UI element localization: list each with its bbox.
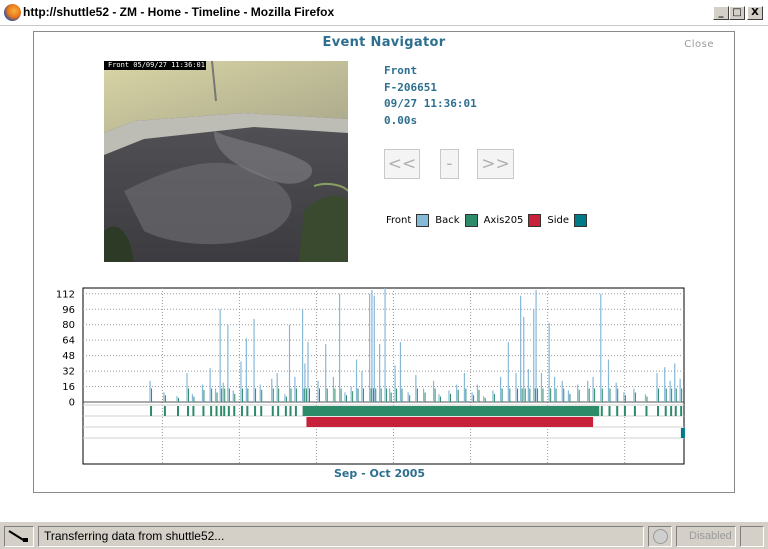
close-link[interactable]: Close	[684, 39, 714, 50]
legend-label-side: Side	[547, 215, 570, 226]
back-event-tick[interactable]	[664, 406, 667, 416]
monitor-legend: Front Back Axis205 Side	[386, 214, 593, 227]
back-event-tick[interactable]	[227, 406, 230, 416]
side-event-bar[interactable]	[680, 428, 685, 438]
chart-x-label: Sep - Oct 2005	[334, 467, 426, 480]
back-event-tick[interactable]	[192, 406, 195, 416]
y-tick-label: 96	[62, 305, 75, 316]
x-tick-label: 30	[464, 469, 477, 470]
x-tick-label: 1	[544, 469, 550, 470]
legend-swatch-side	[574, 214, 588, 227]
back-event-tick[interactable]	[302, 406, 305, 416]
event-id[interactable]: F-206651	[384, 80, 477, 97]
y-tick-label: 80	[62, 320, 75, 331]
maximize-button[interactable]: □	[729, 6, 745, 20]
y-tick-label: 48	[62, 351, 75, 362]
back-event-tick[interactable]	[616, 406, 619, 416]
camera-overlay-text: Front 05/09/27 11:36:01	[104, 61, 206, 70]
event-info: Front F-206651 09/27 11:36:01 0.00s	[384, 63, 477, 129]
y-tick-label: 32	[62, 367, 75, 378]
next-event-button[interactable]: >>	[477, 149, 514, 179]
back-event-tick[interactable]	[284, 406, 287, 416]
legend-label-axis205: Axis205	[483, 215, 524, 226]
zoom-out-button[interactable]: -	[440, 149, 459, 179]
back-event-tick[interactable]	[289, 406, 292, 416]
back-event-tick[interactable]	[220, 406, 223, 416]
back-event-tick[interactable]	[177, 406, 180, 416]
disabled-label: Disabled	[689, 530, 732, 542]
legend-label-front: Front	[386, 215, 412, 226]
status-bar: Transferring data from shuttle52... Disa…	[0, 521, 768, 549]
back-event-tick[interactable]	[633, 406, 636, 416]
back-event-tick[interactable]	[271, 406, 274, 416]
prev-event-button[interactable]: <<	[384, 149, 420, 179]
timeline-chart[interactable]: 2627282930120163248648096112	[34, 280, 734, 480]
x-tick-label: 27	[233, 469, 246, 470]
legend-swatch-front	[416, 214, 430, 227]
y-tick-label: 16	[62, 382, 75, 393]
security-cell	[648, 526, 672, 547]
x-tick-label: 28	[310, 469, 323, 470]
back-event-tick[interactable]	[150, 406, 153, 416]
back-event-tick[interactable]	[294, 406, 297, 416]
back-event-tick[interactable]	[600, 406, 603, 416]
back-event-tick[interactable]	[657, 406, 660, 416]
event-navigator-panel: Event Navigator Close Front 05/09/27 11:…	[33, 31, 735, 493]
back-event-tick[interactable]	[210, 406, 213, 416]
connection-icon	[8, 530, 28, 542]
event-time: 09/27 11:36:01	[384, 97, 477, 110]
resize-grip-cell	[740, 526, 764, 547]
back-event-tick[interactable]	[240, 406, 243, 416]
back-event-tick[interactable]	[187, 406, 190, 416]
back-event-tick[interactable]	[202, 406, 205, 416]
back-event-tick[interactable]	[674, 406, 677, 416]
minimize-button[interactable]: _	[713, 6, 729, 20]
event-image[interactable]: Front 05/09/27 11:36:01	[104, 61, 348, 262]
status-light-icon	[652, 529, 668, 544]
x-tick-label: 26	[156, 469, 169, 470]
event-monitor: Front	[384, 64, 418, 77]
back-event-tick[interactable]	[608, 406, 611, 416]
close-window-button[interactable]: X	[747, 6, 763, 20]
event-navigator-title: Event Navigator	[322, 35, 446, 50]
back-event-tick[interactable]	[260, 406, 263, 416]
page-content: Event Navigator Close Front 05/09/27 11:…	[0, 26, 768, 521]
axis205-event-bar[interactable]	[306, 417, 594, 427]
firefox-icon	[4, 4, 21, 21]
title-bar: http://shuttle52 - ZM - Home - Timeline …	[0, 0, 768, 26]
window-title: http://shuttle52 - ZM - Home - Timeline …	[23, 5, 335, 19]
y-tick-label: 64	[62, 336, 75, 347]
timeline-chart-svg[interactable]: 2627282930120163248648096112	[34, 280, 734, 480]
back-event-tick[interactable]	[670, 406, 673, 416]
back-event-tick[interactable]	[223, 406, 226, 416]
back-event-tick[interactable]	[163, 406, 166, 416]
x-tick-label: 2	[621, 469, 627, 470]
event-duration: 0.00s	[384, 113, 418, 127]
back-event-tick[interactable]	[254, 406, 257, 416]
legend-swatch-axis205	[528, 214, 542, 227]
back-event-tick[interactable]	[623, 406, 626, 416]
back-event-tick[interactable]	[680, 406, 683, 416]
back-event-bar[interactable]	[304, 406, 600, 416]
legend-swatch-back	[464, 214, 478, 227]
camera-frame-image	[104, 61, 348, 262]
y-tick-label: 112	[56, 289, 75, 300]
connection-icon-cell	[4, 526, 34, 547]
back-event-tick[interactable]	[215, 406, 218, 416]
back-event-tick[interactable]	[233, 406, 236, 416]
legend-label-back: Back	[435, 215, 460, 226]
y-tick-label: 0	[69, 398, 75, 409]
back-event-tick[interactable]	[277, 406, 280, 416]
status-text: Transferring data from shuttle52...	[44, 529, 225, 543]
back-event-tick[interactable]	[246, 406, 249, 416]
back-event-tick[interactable]	[645, 406, 648, 416]
